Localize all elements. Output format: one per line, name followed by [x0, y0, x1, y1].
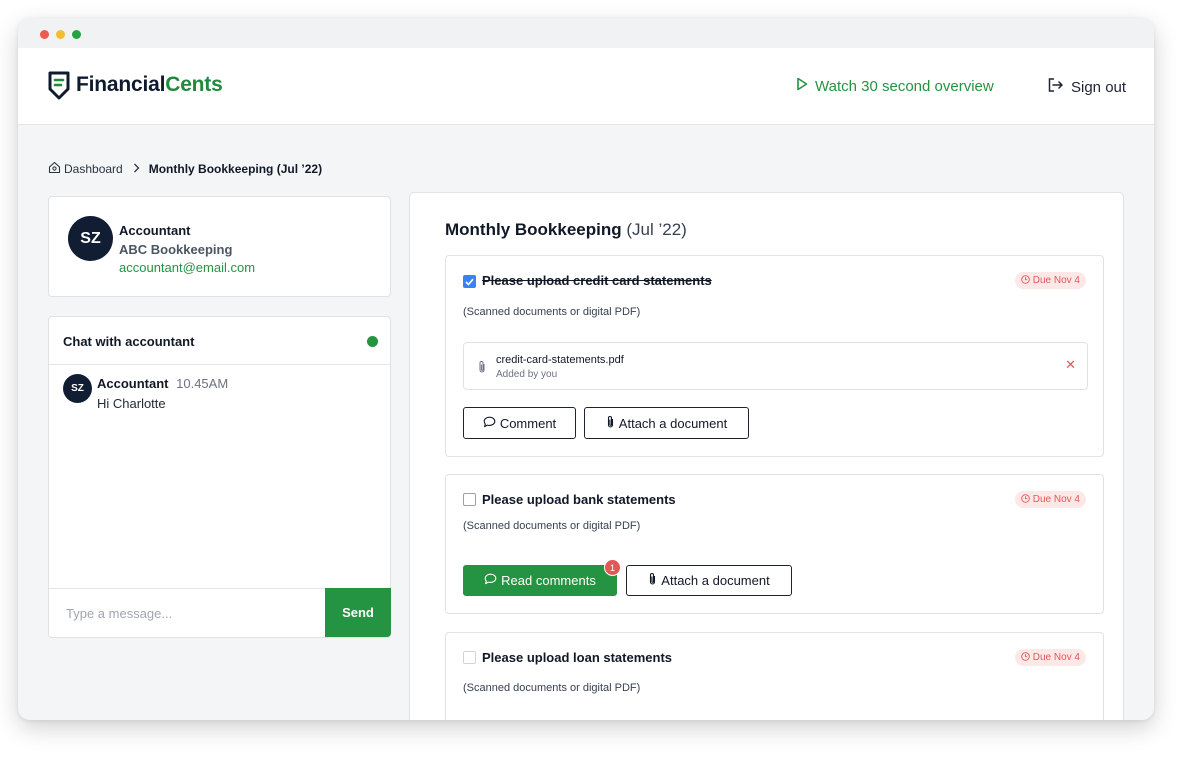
read-comments-label: Read comments	[501, 573, 596, 588]
page-title: Monthly Bookkeeping (Jul ’22)	[445, 220, 687, 240]
paperclip-icon	[648, 572, 661, 589]
breadcrumb-current: Monthly Bookkeeping (Jul ’22)	[148, 162, 323, 176]
accountant-email-link[interactable]: accountant@email.com	[119, 260, 255, 275]
brand-name-part2: Cents	[165, 73, 223, 96]
comment-button-label: Comment	[499, 415, 557, 431]
attach-document-button[interactable]: Attach a document	[626, 565, 792, 596]
task-title: Please upload bank statements	[482, 492, 676, 507]
chat-title: Chat with accountant	[63, 334, 195, 349]
chat-panel: Chat with accountant SZ Accountant 10.45…	[48, 316, 391, 638]
attached-file[interactable]: credit-card-statements.pdf Added by you …	[463, 342, 1088, 390]
online-status-indicator	[367, 336, 378, 347]
page-title-period: (Jul ’22)	[626, 220, 687, 239]
accountant-card: SZ Accountant ABC Bookkeeping accountant…	[48, 196, 391, 297]
message-time: 10.45AM	[176, 376, 229, 391]
task-subtitle: (Scanned documents or digital PDF)	[463, 520, 641, 532]
task-item: Please upload loan statements Due Nov 4 …	[445, 632, 1104, 720]
accountant-company: ABC Bookkeeping	[119, 242, 233, 257]
due-date-badge: Due Nov 4	[1014, 272, 1086, 289]
chat-message-input[interactable]	[49, 589, 325, 637]
due-date-label: Due Nov 4	[1032, 275, 1080, 286]
remove-file-icon[interactable]: ✕	[1065, 357, 1076, 373]
brand-logo[interactable]: FinancialCents	[46, 70, 223, 100]
watch-overview-link[interactable]: Watch 30 second overview	[796, 77, 994, 95]
attach-document-label: Attach a document	[618, 415, 728, 431]
breadcrumb-home-label: Dashboard	[64, 162, 123, 176]
task-title: Please upload loan statements	[482, 650, 673, 665]
clock-icon	[1021, 651, 1033, 664]
file-name: credit-card-statements.pdf	[496, 354, 624, 366]
due-date-badge: Due Nov 4	[1014, 491, 1086, 508]
breadcrumb-dashboard-link[interactable]: Dashboard	[48, 161, 123, 177]
minimize-window-button[interactable]	[56, 30, 65, 39]
unread-count-badge: 1	[604, 559, 621, 576]
send-button[interactable]: Send	[325, 588, 391, 637]
chevron-right-icon	[133, 162, 140, 176]
accountant-avatar: SZ	[68, 216, 113, 261]
task-checkbox[interactable]	[463, 651, 476, 664]
page-title-name: Monthly Bookkeeping	[445, 220, 622, 239]
task-item: Please upload credit card statements Due…	[445, 255, 1104, 457]
sign-out-button[interactable]: Sign out	[1047, 77, 1126, 97]
sign-out-label: Sign out	[1071, 78, 1127, 96]
comment-icon	[483, 416, 500, 431]
message-sender: Accountant	[97, 376, 169, 391]
clock-icon	[1021, 274, 1033, 287]
chat-header: Chat with accountant	[49, 317, 390, 365]
window-titlebar	[18, 18, 1154, 48]
message-avatar: SZ	[63, 374, 92, 403]
play-icon	[796, 77, 815, 95]
due-date-label: Due Nov 4	[1032, 652, 1080, 663]
financialcents-logo-icon	[46, 70, 72, 100]
chat-compose: Send	[49, 588, 391, 637]
comment-button[interactable]: Comment	[463, 407, 576, 439]
task-item: Please upload bank statements Due Nov 4 …	[445, 474, 1104, 614]
checklist-panel: Monthly Bookkeeping (Jul ’22) Please upl…	[409, 192, 1124, 720]
due-date-badge: Due Nov 4	[1014, 649, 1086, 666]
breadcrumb: Dashboard Monthly Bookkeeping (Jul ’22)	[48, 161, 322, 177]
attach-document-button[interactable]: Attach a document	[584, 407, 749, 439]
home-icon	[48, 161, 64, 177]
message-text: Hi Charlotte	[97, 396, 166, 411]
watch-overview-label: Watch 30 second overview	[815, 77, 994, 95]
top-header: FinancialCents Watch 30 second overview …	[18, 48, 1154, 125]
attach-document-label: Attach a document	[661, 573, 770, 588]
message-header: Accountant 10.45AM	[97, 376, 228, 391]
task-subtitle: (Scanned documents or digital PDF)	[463, 682, 641, 694]
app-window: FinancialCents Watch 30 second overview …	[18, 18, 1154, 720]
sign-out-icon	[1047, 77, 1071, 97]
due-date-label: Due Nov 4	[1032, 494, 1080, 505]
read-comments-button[interactable]: Read comments 1	[463, 559, 621, 596]
close-window-button[interactable]	[40, 30, 49, 39]
paperclip-icon	[606, 415, 619, 432]
clock-icon	[1021, 493, 1033, 506]
task-checkbox[interactable]	[463, 493, 476, 506]
accountant-role: Accountant	[119, 223, 191, 238]
task-title: Please upload credit card statements	[482, 273, 712, 288]
maximize-window-button[interactable]	[72, 30, 81, 39]
file-meta: Added by you	[496, 369, 558, 380]
task-checkbox[interactable]	[463, 275, 476, 288]
task-subtitle: (Scanned documents or digital PDF)	[463, 306, 641, 318]
brand-name-part1: Financial	[76, 73, 166, 96]
comment-icon	[484, 573, 501, 588]
